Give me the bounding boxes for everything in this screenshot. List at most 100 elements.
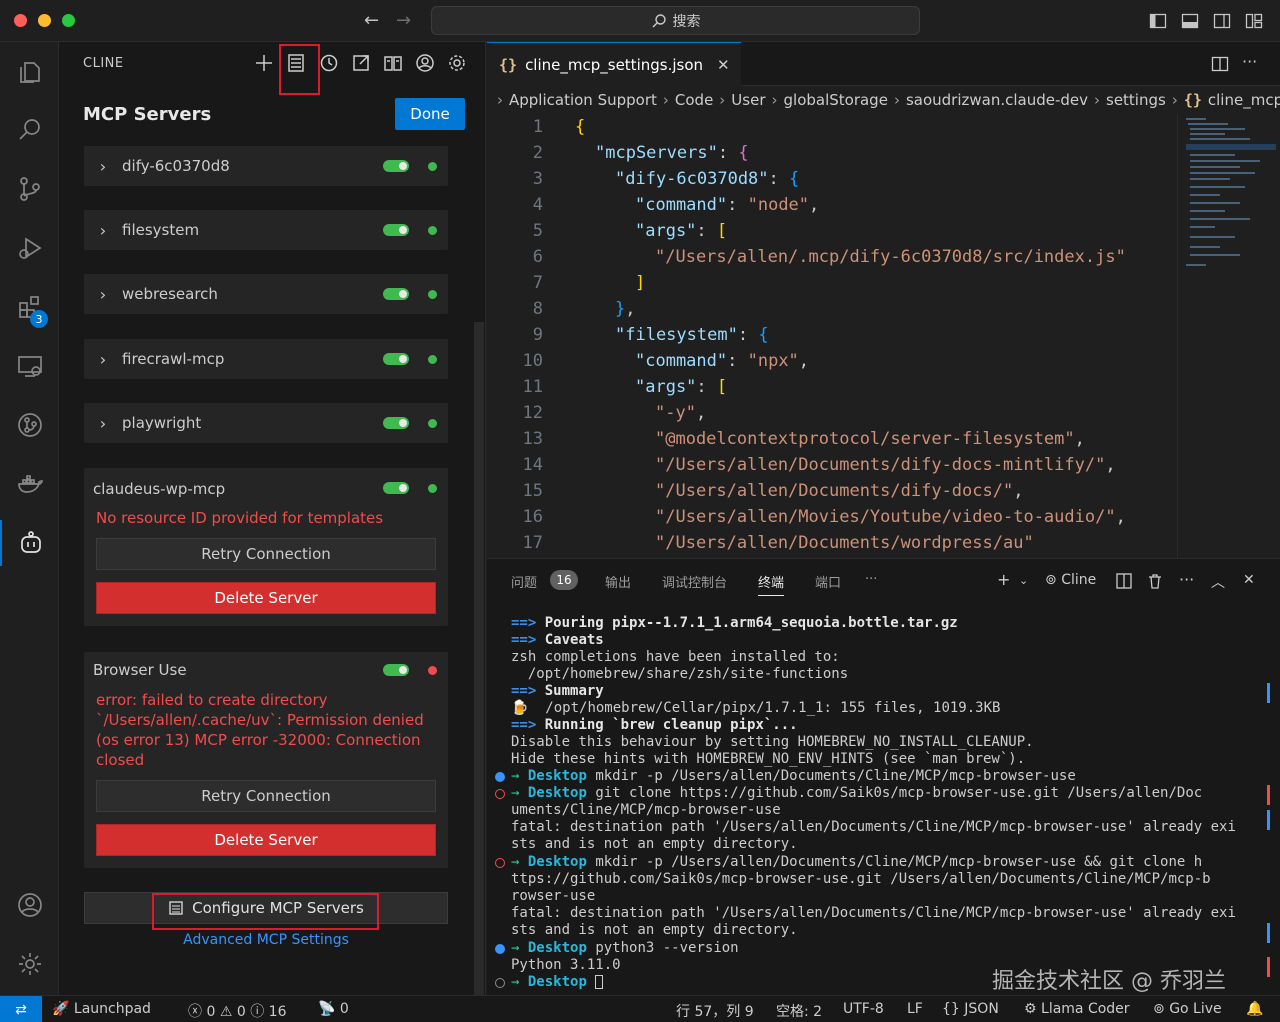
encoding-status[interactable]: UTF-8 [843, 1001, 884, 1017]
explorer-icon[interactable] [0, 49, 59, 95]
tab-problems[interactable]: 问题 [511, 572, 537, 591]
configure-mcp-servers-button[interactable]: Configure MCP Servers [84, 892, 448, 924]
code-editor[interactable]: 1{ 2 "mcpServers": { 3 "dify-6c0370d8": { … [487, 114, 1177, 558]
notifications-bell-icon[interactable]: 🔔 [1246, 1001, 1263, 1017]
advanced-mcp-settings-link[interactable]: Advanced MCP Settings [59, 932, 473, 948]
retry-connection-button[interactable]: Retry Connection [96, 538, 436, 570]
command-error-marker[interactable] [495, 789, 505, 799]
breadcrumb-item[interactable]: Application Support [509, 91, 657, 109]
code-token: { [575, 117, 586, 137]
toggle-secondary-sidebar-icon[interactable] [1213, 12, 1231, 30]
split-editor-icon[interactable] [1211, 55, 1229, 73]
toggle-panel-icon[interactable] [1181, 12, 1199, 30]
launchpad-item[interactable]: 🚀 Launchpad [52, 1001, 151, 1017]
mcp-servers-icon[interactable] [285, 52, 307, 74]
extensions-icon[interactable]: 3 [0, 284, 59, 330]
command-error-marker[interactable] [495, 858, 505, 868]
language-mode[interactable]: {} JSON [942, 1001, 999, 1017]
source-control-icon[interactable] [0, 166, 59, 212]
cline-icon[interactable] [0, 520, 59, 566]
indentation-status[interactable]: 空格: 2 [776, 1001, 822, 1021]
sidebar-scrollbar[interactable] [474, 322, 484, 995]
more-actions-icon[interactable]: ··· [1179, 570, 1194, 589]
back-arrow-icon[interactable]: ← [364, 10, 379, 31]
breadcrumb-item[interactable]: cline_mcp [1208, 91, 1280, 109]
tab-output[interactable]: 输出 [605, 572, 631, 591]
toggle-primary-sidebar-icon[interactable] [1149, 12, 1167, 30]
tab-terminal[interactable]: 终端 [758, 572, 785, 596]
more-actions-icon[interactable]: ··· [1242, 52, 1257, 71]
maximize-panel-icon[interactable]: ︿ [1211, 572, 1225, 592]
server-row[interactable]: › filesystem [84, 210, 448, 250]
command-pending-marker[interactable] [495, 978, 505, 988]
history-icon[interactable] [318, 52, 340, 74]
forward-arrow-icon[interactable]: → [396, 10, 411, 31]
minimap[interactable] [1177, 114, 1280, 558]
server-toggle[interactable] [383, 353, 409, 365]
server-toggle[interactable] [383, 417, 409, 429]
eol-status[interactable]: LF [907, 1001, 923, 1017]
breadcrumb-item[interactable]: settings [1106, 91, 1166, 109]
git-graph-icon[interactable] [0, 402, 59, 448]
tab-cline-mcp-settings[interactable]: {} cline_mcp_settings.json ✕ [487, 42, 741, 86]
remote-indicator[interactable]: ⇄ [0, 996, 42, 1022]
more-tabs-icon[interactable]: ··· [865, 572, 877, 587]
tab-debug-console[interactable]: 调试控制台 [662, 572, 727, 591]
docker-icon[interactable] [0, 461, 59, 507]
llama-coder-status[interactable]: ⚙ Llama Coder [1024, 1001, 1130, 1017]
cursor-position[interactable]: 行 57，列 9 [676, 1001, 754, 1021]
problems-status[interactable]: ⓧ 0 ⚠ 0 ⓘ 16 [188, 1001, 287, 1021]
command-success-marker[interactable] [495, 772, 505, 782]
popout-icon[interactable] [350, 52, 372, 74]
run-debug-icon[interactable] [0, 225, 59, 271]
trash-icon[interactable] [1146, 572, 1164, 590]
breadcrumb-item[interactable]: globalStorage [784, 91, 888, 109]
settings-gear-icon[interactable] [0, 941, 59, 987]
new-terminal-icon[interactable]: + [997, 570, 1010, 589]
server-row[interactable]: › dify-6c0370d8 [84, 146, 448, 186]
server-row[interactable]: › playwright [84, 403, 448, 443]
breadcrumb-item[interactable]: User [731, 91, 765, 109]
docs-icon[interactable] [382, 52, 404, 74]
go-live-button[interactable]: ⊚ Go Live [1153, 1001, 1222, 1017]
chevron-right-icon[interactable]: › [84, 414, 122, 433]
server-toggle[interactable] [383, 224, 409, 236]
code-token: "/Users/allen/Documents/wordpress/au" [655, 533, 1034, 553]
close-window-button[interactable] [14, 14, 27, 27]
chevron-right-icon[interactable]: › [84, 285, 122, 304]
chevron-right-icon[interactable]: › [84, 350, 122, 369]
close-panel-icon[interactable]: ✕ [1243, 572, 1255, 588]
maximize-window-button[interactable] [62, 14, 75, 27]
server-row[interactable]: › webresearch [84, 274, 448, 314]
ports-status[interactable]: 📡 0 [318, 1001, 349, 1017]
account-icon[interactable] [0, 882, 59, 928]
minimize-window-button[interactable] [38, 14, 51, 27]
command-success-marker[interactable] [495, 944, 505, 954]
delete-server-button[interactable]: Delete Server [96, 582, 436, 614]
chevron-right-icon[interactable]: › [84, 221, 122, 240]
customize-layout-icon[interactable] [1245, 12, 1263, 30]
account-icon[interactable] [414, 52, 436, 74]
new-task-icon[interactable] [253, 52, 275, 74]
search-icon[interactable] [0, 107, 59, 153]
settings-gear-icon[interactable] [446, 52, 468, 74]
server-row[interactable]: › firecrawl-mcp [84, 339, 448, 379]
server-toggle[interactable] [383, 664, 409, 676]
close-tab-icon[interactable]: ✕ [717, 56, 730, 74]
tab-ports[interactable]: 端口 [815, 572, 841, 591]
terminal-selector[interactable]: ⊚ Cline [1045, 572, 1096, 588]
chevron-down-icon[interactable]: ⌄ [1019, 574, 1028, 587]
breadcrumb-item[interactable]: Code [675, 91, 713, 109]
server-toggle[interactable] [383, 482, 409, 494]
done-button[interactable]: Done [395, 98, 465, 130]
split-terminal-icon[interactable] [1115, 572, 1133, 590]
command-center-search[interactable]: 搜索 [431, 6, 920, 35]
server-toggle[interactable] [383, 288, 409, 300]
retry-connection-button[interactable]: Retry Connection [96, 780, 436, 812]
breadcrumb-item[interactable]: saoudrizwan.claude-dev [906, 91, 1088, 109]
chevron-right-icon[interactable]: › [84, 157, 122, 176]
server-toggle[interactable] [383, 160, 409, 172]
remote-explorer-icon[interactable] [0, 343, 59, 389]
delete-server-button[interactable]: Delete Server [96, 824, 436, 856]
terminal-output[interactable]: ==> Pouring pipx--1.7.1_1.arm64_sequoia.… [487, 615, 1280, 995]
